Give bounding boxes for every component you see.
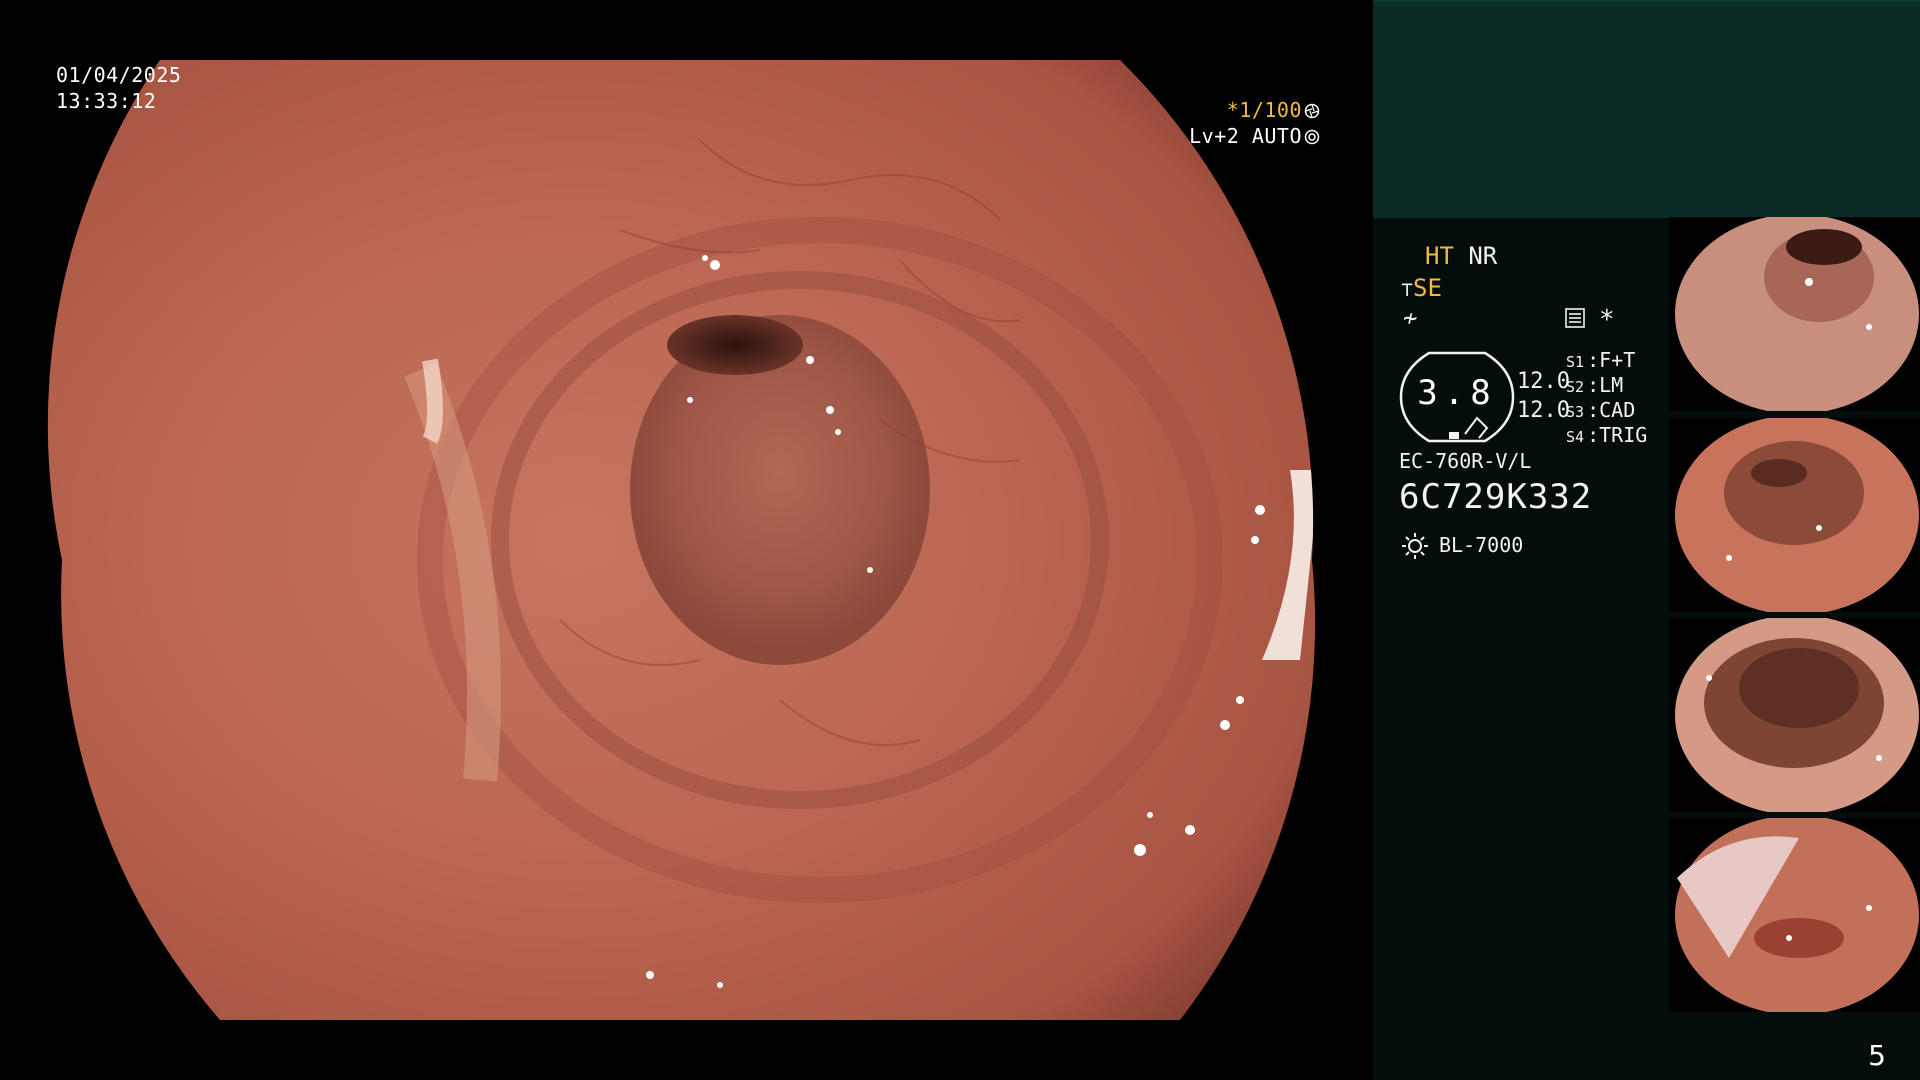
endoscopy-screen: 01/04/2025 13:33:12 *1/100 Lv+2 AUTO HT (0, 0, 1920, 1080)
gauge-marker (1449, 432, 1459, 439)
gauge-value: 3.8 (1417, 373, 1497, 413)
light-source-icon (1402, 533, 1428, 559)
ht-label: HT (1425, 242, 1454, 270)
switch-assignment: S4:TRIG (1566, 423, 1648, 447)
nr-label: NR (1468, 242, 1498, 270)
structure-enhance-icon: ⊤ (1401, 277, 1414, 301)
switch-key: S3 (1566, 403, 1585, 421)
captured-image-thumbnail[interactable] (1669, 418, 1920, 612)
iris-icon (1304, 129, 1320, 145)
date-time-readout: 01/04/2025 13:33:12 (56, 62, 181, 114)
endoscope-live-view: 01/04/2025 13:33:12 *1/100 Lv+2 AUTO (0, 0, 1372, 1080)
switch-assignment: S2:LM (1566, 373, 1624, 397)
gauge-reading-1: 12.0 (1517, 369, 1570, 394)
gauge-reading-2: 12.0 (1517, 398, 1570, 423)
switch-key: S1 (1566, 353, 1585, 371)
gauge-pencil-icon (1464, 416, 1489, 439)
iris-label: Lv+2 AUTO (1189, 124, 1302, 148)
switch-assignment: S1:F+T (1566, 348, 1636, 372)
date-label: 01/04/2025 (56, 63, 182, 87)
se-label: SE (1413, 274, 1442, 302)
aperture-icon (1304, 103, 1320, 119)
switch-key: S2 (1566, 378, 1585, 396)
captured-image-thumbnail[interactable] (1669, 618, 1920, 812)
thumbnail-image (1675, 818, 1919, 1012)
thumbnail-image (1675, 418, 1919, 612)
scope-model: EC-760R-V/L (1399, 449, 1532, 473)
captured-image-thumbnail[interactable] (1669, 818, 1920, 1012)
thumbnail-image (1675, 217, 1919, 411)
endoscope-image (47, 60, 1316, 1020)
freeze-mode-icon: ≁ (1403, 304, 1418, 332)
asterisk-indicator: * (1599, 305, 1615, 335)
time-label: 13:33:12 (56, 89, 157, 113)
info-panel: HT NR ⊤SE ≁ * 3.8 12.0 12.0 S1:F+T S2:LM (1373, 0, 1920, 1080)
info-panel-header (1373, 0, 1920, 218)
switch-label: F+T (1599, 348, 1636, 372)
se-status: ⊤SE (1401, 274, 1442, 303)
ht-nr-status: HT NR (1425, 242, 1497, 270)
shutter-label: *1/100 (1226, 98, 1302, 122)
settings-list-icon (1565, 308, 1585, 328)
scope-serial: 6C729K332 (1399, 477, 1593, 517)
page-number: 5 (1868, 1039, 1886, 1072)
switch-label: TRIG (1599, 423, 1648, 447)
switch-key: S4 (1566, 428, 1585, 446)
light-source-label: BL-7000 (1439, 533, 1524, 557)
captured-image-thumbnail[interactable] (1669, 217, 1920, 411)
thumbnail-image (1675, 618, 1919, 812)
switch-label: LM (1599, 373, 1624, 397)
switch-assignment: S3:CAD (1566, 398, 1636, 422)
exposure-readout: *1/100 Lv+2 AUTO (1189, 97, 1320, 149)
switch-label: CAD (1599, 398, 1636, 422)
